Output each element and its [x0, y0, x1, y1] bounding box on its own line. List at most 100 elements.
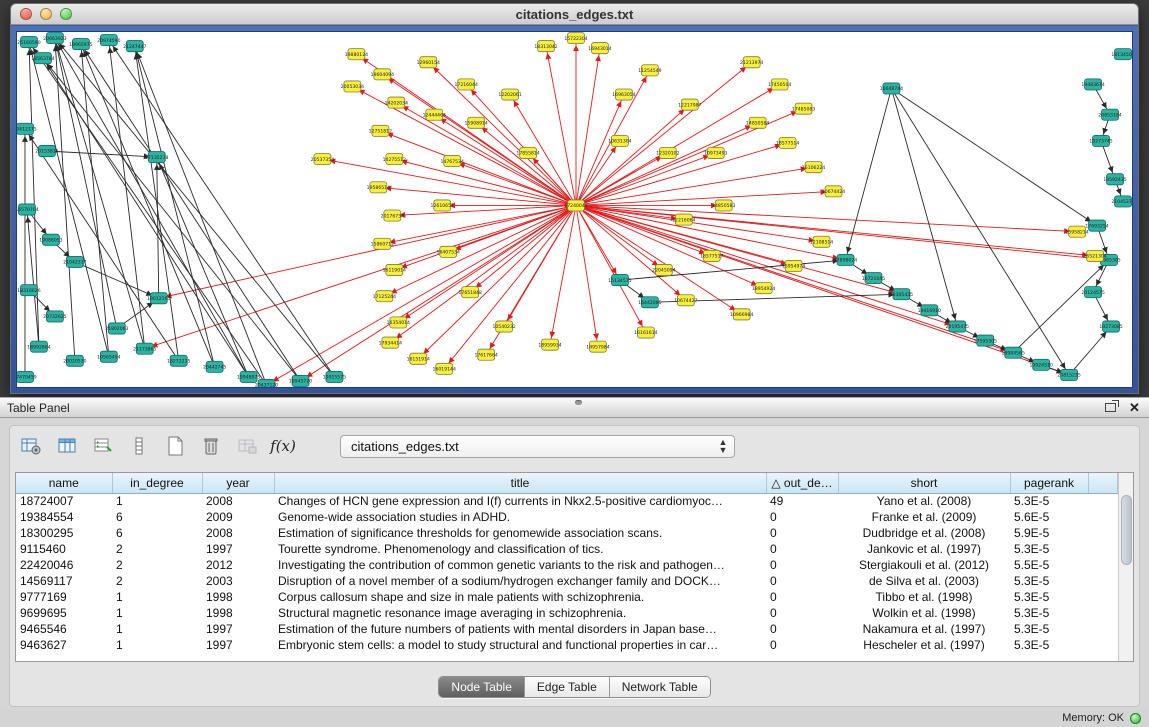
table-cell[interactable]: 2008: [202, 493, 274, 509]
float-panel-icon[interactable]: [1103, 401, 1118, 414]
graph-node[interactable]: 19273085: [1099, 321, 1122, 332]
graph-edge[interactable]: [1013, 260, 1109, 353]
row-options-icon[interactable]: [126, 434, 152, 458]
graph-edge[interactable]: [384, 205, 576, 296]
graph-node[interactable]: 21247447: [123, 41, 146, 52]
graph-edge[interactable]: [891, 88, 1097, 225]
table-row[interactable]: 1872400712008Changes of HCN gene express…: [16, 493, 1118, 509]
graph-node[interactable]: 19483674: [1081, 79, 1104, 90]
table-row[interactable]: 946554611997Estimation of the future num…: [16, 621, 1118, 637]
window-titlebar[interactable]: citations_edges.txt: [11, 4, 1138, 25]
table-cell[interactable]: 49: [766, 493, 838, 509]
table-cell[interactable]: 1997: [202, 541, 274, 557]
graph-node[interactable]: 17898024: [834, 254, 857, 265]
function-builder-icon[interactable]: f(x): [270, 434, 296, 458]
close-button[interactable]: [20, 8, 32, 20]
table-cell[interactable]: 1997: [202, 621, 274, 637]
graph-node[interactable]: 17651848: [459, 287, 482, 298]
graph-node[interactable]: 17125244: [373, 291, 396, 302]
table-cell[interactable]: 2003: [202, 573, 274, 589]
graph-edge[interactable]: [891, 88, 1069, 374]
graph-node[interactable]: 18305435: [890, 289, 913, 300]
table-cell[interactable]: 5.5E-5: [1010, 557, 1088, 573]
graph-edge[interactable]: [135, 46, 215, 367]
graph-edge[interactable]: [1069, 326, 1111, 374]
column-header-short[interactable]: short: [838, 473, 1010, 493]
table-cell[interactable]: Corpus callosum shape and size in male p…: [274, 589, 766, 605]
table-cell[interactable]: 2: [112, 557, 202, 573]
graph-edge[interactable]: [81, 44, 215, 367]
graph-edge[interactable]: [27, 210, 39, 347]
graph-edge[interactable]: [576, 143, 788, 206]
graph-node[interactable]: 21173865: [133, 343, 156, 354]
graph-edge[interactable]: [576, 167, 814, 205]
graph-node[interactable]: 20176734: [381, 210, 404, 221]
table-cell[interactable]: 2: [112, 573, 202, 589]
column-header-in_degree[interactable]: in_degree: [112, 473, 202, 493]
table-cell[interactable]: 9465546: [16, 621, 112, 637]
table-cell[interactable]: 1: [112, 605, 202, 621]
minimize-button[interactable]: [40, 8, 52, 20]
graph-edge[interactable]: [29, 42, 39, 347]
table-cell[interactable]: 6: [112, 525, 202, 541]
table-row[interactable]: 1938455462009Genome-wide association stu…: [16, 509, 1118, 525]
graph-node[interactable]: 19965975: [69, 39, 92, 50]
table-cell[interactable]: 9777169: [16, 589, 112, 605]
column-header-title[interactable]: title: [274, 473, 766, 493]
table-row[interactable]: 1456911722003Disruption of a novel membe…: [16, 573, 1118, 589]
table-cell[interactable]: 2008: [202, 525, 274, 541]
graph-edge[interactable]: [576, 205, 712, 255]
table-row[interactable]: 946362711997Embryonic stem cells: a mode…: [16, 637, 1118, 653]
graph-node[interactable]: 19924510: [1029, 359, 1052, 370]
graph-node[interactable]: 12320102: [656, 147, 679, 158]
graph-node[interactable]: 16019144: [433, 363, 456, 374]
graph-node[interactable]: 16521304: [1083, 250, 1106, 261]
graph-node[interactable]: 11254549: [638, 65, 661, 76]
graph-node[interactable]: 19948975: [237, 371, 260, 382]
table-cell[interactable]: 1998: [202, 589, 274, 605]
table-row[interactable]: 969969511998Structural magnetic resonanc…: [16, 605, 1118, 621]
table-cell[interactable]: Yano et al. (2008): [838, 493, 1010, 509]
table-vertical-scrollbar[interactable]: [1118, 473, 1133, 661]
graph-node[interactable]: 14850583: [712, 200, 735, 211]
graph-node[interactable]: 16119014: [383, 264, 406, 275]
table-cell[interactable]: 9115460: [16, 541, 112, 557]
table-cell[interactable]: 1: [112, 589, 202, 605]
graph-node[interactable]: 14275512: [383, 154, 406, 165]
graph-node[interactable]: 12444464: [423, 109, 446, 120]
table-cell[interactable]: 2012: [202, 557, 274, 573]
table-cell[interactable]: Changes of HCN gene expression and I(f) …: [274, 493, 766, 509]
graph-node[interactable]: 20437120: [255, 379, 278, 387]
table-cell[interactable]: 0: [766, 621, 838, 637]
graph-node[interactable]: 20974590: [97, 35, 120, 46]
table-cell[interactable]: 1: [112, 637, 202, 653]
graph-node[interactable]: 18577517: [700, 250, 723, 261]
network-canvas[interactable]: 1724004125160590206639231996597520974590…: [16, 31, 1133, 388]
graph-node[interactable]: 18134504: [1111, 49, 1132, 60]
graph-node[interactable]: 20815235: [1057, 369, 1080, 380]
table-cell[interactable]: 0: [766, 525, 838, 541]
graph-edge[interactable]: [43, 58, 301, 381]
graph-node[interactable]: 18272215: [167, 355, 190, 366]
column-header-spacer[interactable]: [1088, 473, 1118, 493]
table-cell[interactable]: 0: [766, 573, 838, 589]
graph-node[interactable]: 12202061: [498, 89, 521, 100]
graph-node[interactable]: 21042317: [63, 256, 86, 267]
graph-node[interactable]: 19915575: [323, 371, 346, 382]
table-cell[interactable]: Tibbo et al. (1998): [838, 589, 1010, 605]
graph-edge[interactable]: [470, 205, 576, 292]
graph-node[interactable]: 17470459: [17, 371, 37, 382]
graph-node[interactable]: 20020530: [63, 355, 86, 366]
graph-edge[interactable]: [576, 205, 1095, 255]
graph-node[interactable]: 16407534: [437, 246, 460, 257]
graph-node[interactable]: 10540232: [492, 321, 515, 332]
graph-node[interactable]: 17485083: [792, 103, 815, 114]
table-cell[interactable]: Estimation of the future numbers of pati…: [274, 621, 766, 637]
graph-edge[interactable]: [55, 38, 334, 377]
column-header-name[interactable]: name: [16, 473, 112, 493]
table-cell[interactable]: Estimation of significance thresholds fo…: [274, 525, 766, 541]
show-columns-icon[interactable]: [54, 434, 80, 458]
table-cell[interactable]: 5.3E-5: [1010, 605, 1088, 621]
graph-node[interactable]: 18954924: [752, 283, 775, 294]
graph-edge[interactable]: [546, 46, 576, 205]
